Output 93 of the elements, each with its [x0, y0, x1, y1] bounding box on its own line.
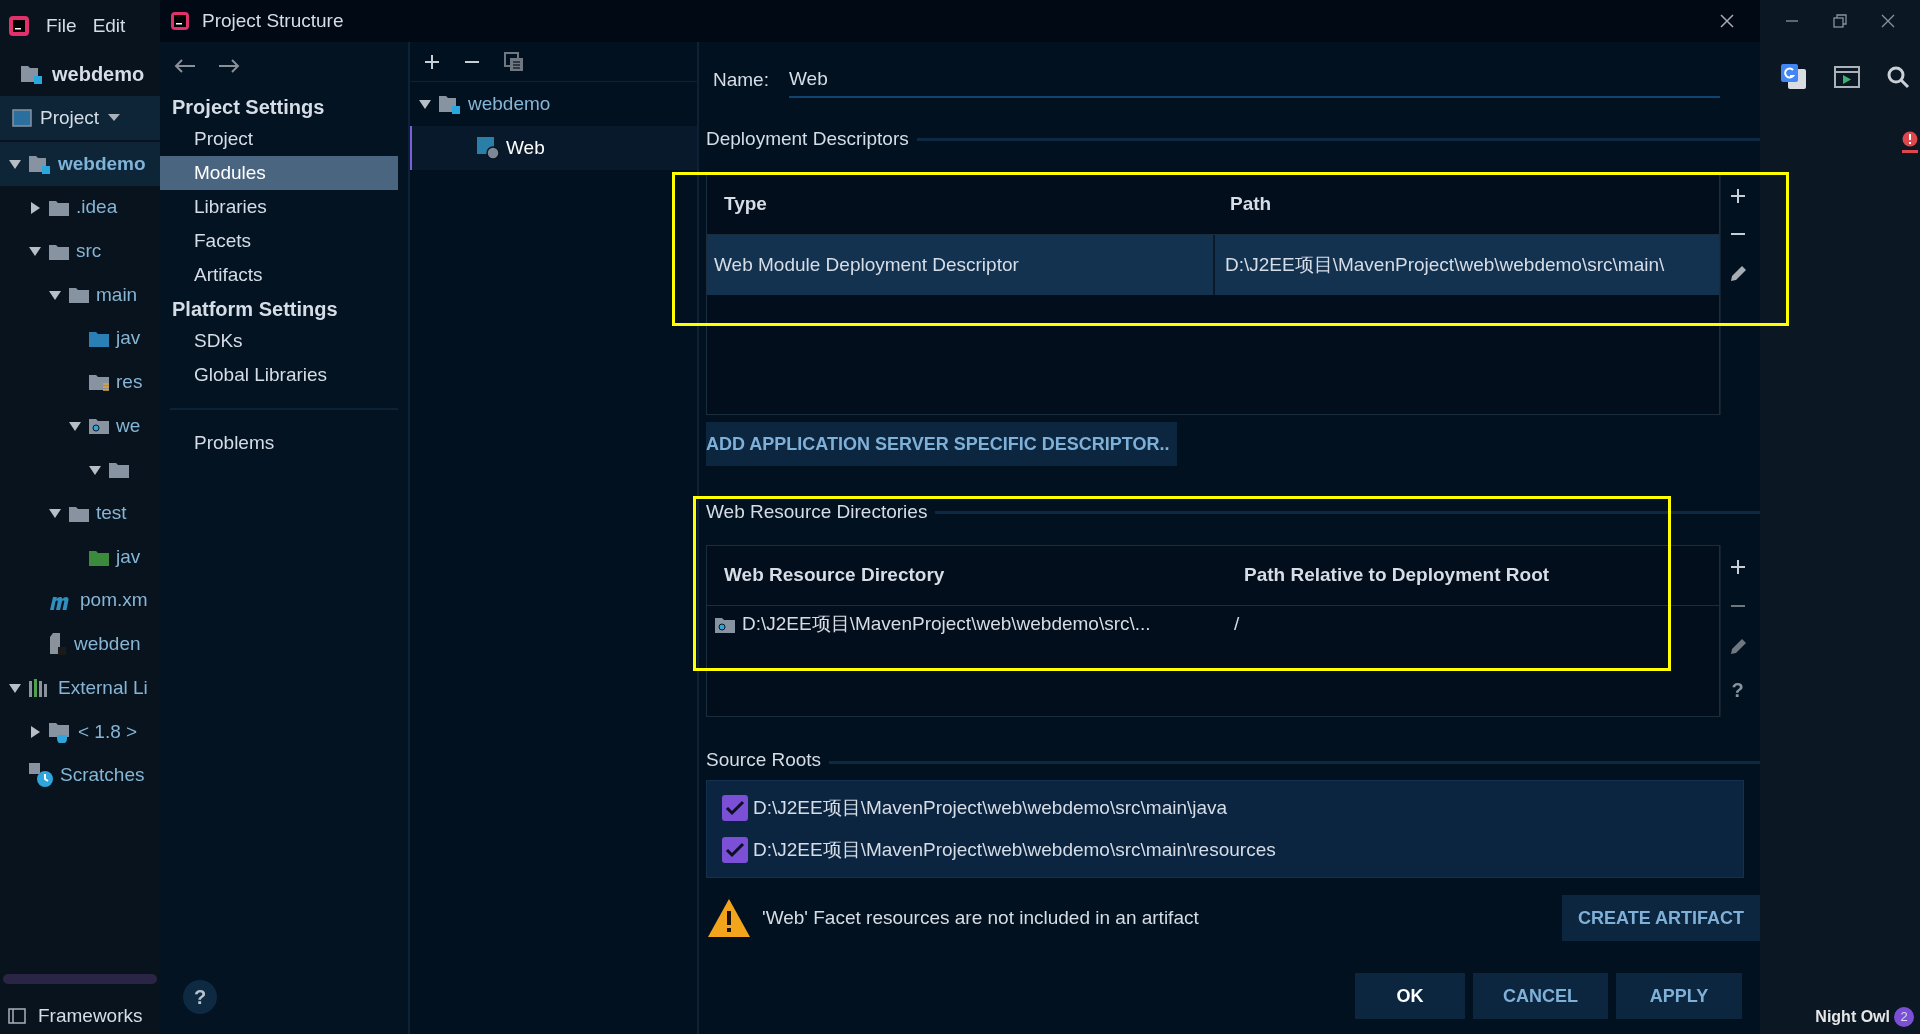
column-header[interactable]: Web Resource Directory — [707, 561, 1227, 590]
section-title: Source Roots — [706, 747, 822, 772]
source-root-path: D:\J2EE项目\MavenProject\web\webdemo\src\main\java — [753, 795, 1228, 820]
jdk-folder-icon — [48, 720, 72, 743]
add-icon[interactable] — [1729, 188, 1746, 204]
scrollbar[interactable] — [3, 974, 157, 984]
help-button[interactable]: ? — [183, 980, 217, 1014]
app-logo-icon — [8, 15, 30, 37]
panel-icon — [8, 1008, 26, 1024]
close-icon[interactable] — [1720, 14, 1734, 28]
table-cell[interactable]: Web Module Deployment Descriptor — [707, 235, 1213, 295]
nav-heading: Project Settings — [171, 95, 326, 120]
expanded-arrow-icon[interactable] — [418, 97, 432, 111]
folder-icon — [88, 329, 110, 349]
folder-icon — [108, 460, 130, 480]
error-icon[interactable] — [1902, 131, 1918, 153]
translate-icon[interactable] — [1780, 63, 1808, 91]
tree-item[interactable]: Web — [506, 133, 545, 163]
tree-item[interactable]: < 1.8 > — [78, 717, 138, 747]
project-view-icon — [12, 109, 32, 127]
nav-item[interactable]: Libraries — [160, 190, 398, 224]
tree-item[interactable]: res — [116, 368, 143, 397]
tree-item[interactable]: External Li — [58, 673, 148, 703]
run-window-icon[interactable] — [1834, 66, 1860, 88]
column-header[interactable]: Path — [1213, 190, 1719, 219]
dropdown-caret-icon — [107, 113, 122, 123]
section-title: Web Resource Directories — [706, 499, 928, 524]
nav-heading: Platform Settings — [171, 297, 339, 322]
restore-icon[interactable] — [1833, 14, 1847, 28]
back-arrow-icon[interactable] — [174, 58, 196, 74]
forward-arrow-icon[interactable] — [218, 58, 240, 74]
web-folder-icon — [88, 416, 110, 436]
tree-item[interactable]: we — [116, 411, 141, 441]
tree-item[interactable]: src — [76, 236, 102, 266]
module-icon — [28, 153, 52, 174]
add-descriptor-button[interactable]: ADD APPLICATION SERVER SPECIFIC DESCRIPTOR.. — [706, 422, 1178, 466]
tree-item[interactable]: jav — [116, 324, 141, 353]
folder-icon — [48, 198, 70, 218]
module-icon — [438, 94, 462, 114]
source-root-path: D:\J2EE项目\MavenProject\web\webdemo\src\main\resources — [753, 838, 1276, 862]
nav-item[interactable]: Modules — [160, 156, 398, 190]
name-field[interactable]: Web — [788, 62, 1720, 98]
collapsed-arrow-icon[interactable] — [28, 724, 42, 739]
checked-checkbox[interactable] — [721, 793, 749, 822]
table-cell[interactable]: / — [1227, 606, 1719, 642]
tree-item[interactable]: webden — [74, 630, 141, 659]
create-artifact-button[interactable]: CREATE ARTIFACT — [1562, 895, 1760, 941]
web-facet-icon — [476, 136, 500, 160]
nav-item[interactable]: Global Libraries — [160, 358, 398, 392]
nav-item[interactable]: SDKs — [160, 324, 398, 358]
checked-checkbox[interactable] — [721, 836, 749, 865]
section-title: Deployment Descriptors — [706, 126, 909, 151]
tree-item[interactable]: main — [96, 280, 138, 310]
copy-icon[interactable] — [504, 51, 524, 72]
help-icon[interactable]: ? — [1731, 680, 1744, 700]
app-logo-icon — [170, 11, 190, 31]
search-icon[interactable] — [1886, 65, 1910, 89]
scratches-icon — [28, 762, 54, 789]
nav-item[interactable]: Project — [160, 122, 398, 156]
collapsed-arrow-icon[interactable] — [28, 200, 42, 215]
column-header[interactable]: Type — [707, 190, 1213, 219]
close-icon[interactable] — [1881, 14, 1895, 28]
column-header[interactable]: Path Relative to Deployment Root — [1227, 561, 1719, 590]
add-icon[interactable] — [424, 53, 440, 70]
tree-item[interactable]: Scratches — [60, 761, 145, 790]
table-cell[interactable]: D:\J2EE项目\MavenProject\web\webdemo\src\... — [707, 606, 1227, 642]
nav-item[interactable]: Facets — [160, 224, 398, 258]
dialog-button[interactable]: CANCEL — [1473, 973, 1608, 1019]
tree-item[interactable]: webdemo — [468, 89, 551, 119]
theme-name[interactable]: Night Owl — [1815, 1005, 1890, 1029]
add-icon[interactable] — [1729, 559, 1746, 575]
module-icon — [20, 64, 44, 84]
menu-item[interactable]: Edit — [92, 11, 126, 41]
dialog-title: Project Structure — [202, 8, 344, 33]
nav-item[interactable]: Artifacts — [160, 258, 398, 292]
dialog-button[interactable]: APPLY — [1616, 973, 1742, 1019]
name-label: Name: — [713, 67, 769, 92]
nav-item[interactable]: Problems — [160, 426, 398, 460]
menu-item[interactable]: File — [46, 11, 77, 41]
warning-message: 'Web' Facet resources are not included in an artifact — [762, 905, 1199, 930]
resource-folder-icon — [88, 372, 110, 393]
folder-icon — [68, 285, 90, 305]
tree-item[interactable]: .idea — [76, 193, 118, 222]
tree-item[interactable]: pom.xm — [80, 586, 148, 615]
table-cell[interactable]: D:\J2EE项目\MavenProject\web\webdemo\src\main\ — [1213, 235, 1719, 295]
warning-icon — [706, 897, 752, 939]
tree-item[interactable]: jav — [116, 542, 141, 572]
tree-item[interactable]: test — [96, 499, 127, 528]
dialog-button[interactable]: OK — [1355, 973, 1465, 1019]
project-name[interactable]: webdemo — [52, 59, 145, 89]
file-icon — [48, 632, 68, 657]
notification-badge[interactable]: 2 — [1894, 1007, 1914, 1027]
tool-window-tab[interactable]: Frameworks — [38, 1001, 143, 1031]
